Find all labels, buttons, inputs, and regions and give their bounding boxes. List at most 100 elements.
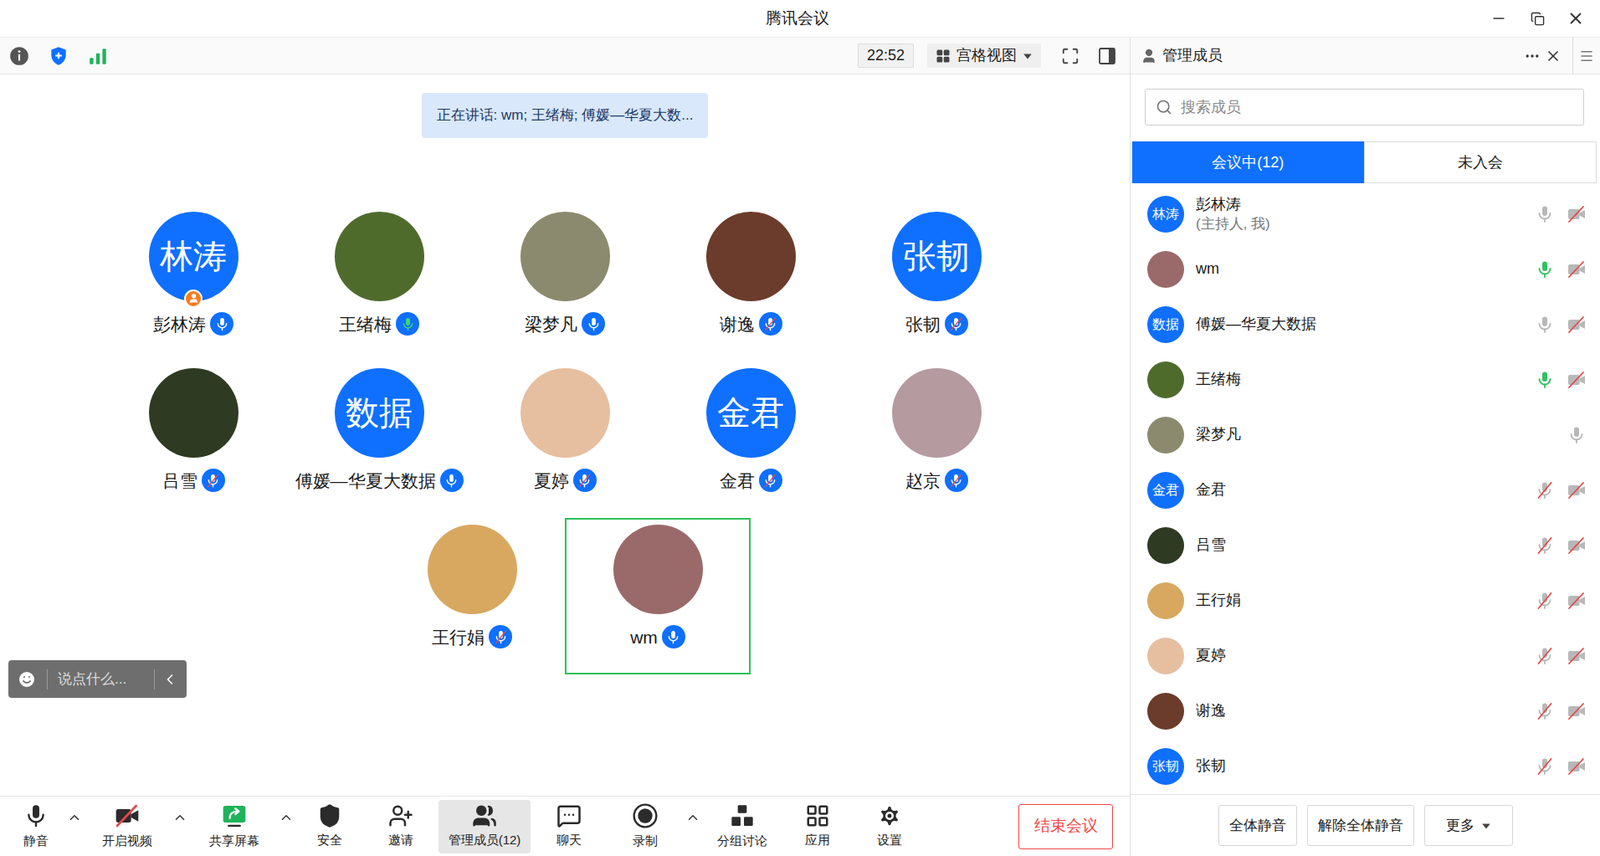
- participant-name: 金君: [719, 467, 755, 495]
- person-icon: [1140, 47, 1158, 65]
- footer-button[interactable]: 解除全体静音: [1307, 805, 1415, 847]
- avatar-text: 金君: [717, 387, 785, 438]
- member-row[interactable]: 张韧张韧: [1130, 738, 1600, 795]
- panel-menu-button[interactable]: [1573, 43, 1600, 69]
- search-input[interactable]: [1180, 96, 1574, 119]
- toolbar-button[interactable]: 共享屏幕: [192, 800, 277, 854]
- participant-tile[interactable]: 夏婷: [471, 361, 658, 518]
- sidebar-toggle-button[interactable]: [1094, 43, 1120, 69]
- member-row[interactable]: wm: [1130, 241, 1600, 298]
- participant-tile[interactable]: 数据傅媛—华夏大数据: [286, 361, 472, 518]
- top-toolbar: 22:52宫格视图: [0, 37, 1130, 75]
- participant-tile[interactable]: 谢逸: [657, 205, 844, 362]
- member-name: wm: [1195, 259, 1220, 279]
- signal-icon[interactable]: [87, 45, 109, 67]
- mic-badge: [581, 312, 606, 336]
- member-avatar: [1147, 527, 1185, 565]
- member-tab[interactable]: 会议中(12): [1132, 141, 1365, 184]
- member-list: 林涛彭林涛(主持人, 我) wm 数据傅媛—华夏大数据王绪梅梁梦凡金君金君吕雪王行娟…: [1130, 186, 1600, 795]
- participant-tile[interactable]: 吕雪: [100, 361, 287, 518]
- member-avatar: 林涛: [1147, 195, 1185, 233]
- participant-tile[interactable]: 赵京: [843, 361, 1030, 518]
- avatar-text: 林涛: [1152, 204, 1180, 225]
- mic-icon: [948, 316, 965, 333]
- avatar-text: 数据: [345, 387, 413, 438]
- participant-tile[interactable]: 王绪梅: [286, 205, 472, 362]
- ellipsis-icon: [1523, 47, 1541, 65]
- host-badge: [184, 289, 203, 308]
- participant-tile[interactable]: 林涛彭林涛: [100, 205, 287, 362]
- member-mic-icon: [1534, 701, 1555, 722]
- search-icon: [1155, 98, 1173, 116]
- member-name: 张韧: [1195, 756, 1226, 776]
- avatar-text: 金君: [1152, 480, 1180, 501]
- member-avatar: [1147, 416, 1185, 454]
- close-button[interactable]: [1556, 1, 1595, 36]
- breakout-icon: [728, 802, 756, 830]
- fullscreen-button[interactable]: [1057, 43, 1083, 69]
- participant-tile[interactable]: 张韧张韧: [843, 205, 1030, 362]
- sidebar-toggle-icon: [1097, 46, 1118, 67]
- panel-header: 管理成员: [1130, 37, 1600, 75]
- toolbar-label: 静音: [23, 831, 49, 852]
- chat-input-bubble[interactable]: 说点什么...: [8, 660, 187, 698]
- mic-icon: [576, 472, 593, 489]
- host-icon: [188, 292, 200, 304]
- toolbar-button[interactable]: 聊天: [530, 800, 608, 854]
- member-row[interactable]: 数据傅媛—华夏大数据: [1130, 297, 1600, 353]
- info-icon[interactable]: [8, 45, 31, 67]
- member-camera-icon: [1566, 646, 1587, 667]
- minimize-button[interactable]: [1479, 1, 1518, 36]
- mic-icon: [443, 472, 460, 489]
- member-row[interactable]: 林涛彭林涛(主持人, 我): [1130, 186, 1600, 242]
- toolbar-button[interactable]: 管理成员(12): [438, 800, 531, 854]
- end-meeting-button[interactable]: 结束会议: [1018, 804, 1113, 850]
- member-row[interactable]: 吕雪: [1130, 517, 1600, 574]
- member-row[interactable]: 金君金君: [1130, 462, 1600, 518]
- restore-button[interactable]: [1517, 1, 1557, 36]
- toolbar-menu-button[interactable]: [682, 810, 703, 844]
- toolbar-button[interactable]: 邀请: [363, 800, 439, 854]
- toolbar-button[interactable]: 分组讨论: [702, 800, 782, 854]
- avatar-text: 张韧: [1152, 756, 1180, 777]
- toolbar-menu-button[interactable]: [167, 810, 193, 844]
- member-mic-icon: [1534, 204, 1555, 225]
- member-row[interactable]: 梁梦凡: [1130, 407, 1600, 463]
- toolbar-menu-button[interactable]: [276, 810, 297, 844]
- member-row[interactable]: 王行娟: [1130, 573, 1600, 629]
- toolbar-button[interactable]: 设置: [853, 800, 926, 854]
- participant-tile[interactable]: wm: [564, 517, 751, 675]
- mic-icon: [214, 316, 231, 333]
- participant-tile[interactable]: 金君金君: [657, 361, 844, 518]
- close-panel-button[interactable]: [1542, 43, 1565, 69]
- speaking-banner: 正在讲话: wm; 王绪梅; 傅媛—华夏大数...: [421, 92, 709, 139]
- member-row[interactable]: 王绪梅: [1130, 352, 1600, 408]
- footer-button[interactable]: 全体静音: [1218, 805, 1298, 847]
- mic-badge: [488, 625, 513, 649]
- participant-tile[interactable]: 王行娟: [379, 517, 565, 675]
- toolbar-menu-button[interactable]: [61, 810, 88, 844]
- toolbar-label: 录制: [632, 831, 658, 852]
- toolbar-button[interactable]: 开启视频: [87, 800, 168, 854]
- toolbar-button[interactable]: 应用: [781, 800, 854, 854]
- view-dropdown[interactable]: 宫格视图: [927, 43, 1042, 68]
- member-row[interactable]: 夏婷: [1130, 628, 1600, 684]
- grid-view-icon: [935, 48, 951, 64]
- more-button[interactable]: 更多: [1424, 805, 1513, 847]
- toolbar-label: 聊天: [556, 830, 582, 851]
- toolbar-button[interactable]: 静音: [10, 800, 62, 854]
- more-options-button[interactable]: [1522, 43, 1543, 69]
- toolbar-button[interactable]: 录制: [607, 800, 683, 854]
- view-label: 宫格视图: [956, 44, 1017, 67]
- member-camera-icon: [1566, 369, 1587, 390]
- toolbar-button[interactable]: 安全: [296, 800, 364, 854]
- member-tab[interactable]: 未入会: [1364, 141, 1598, 184]
- participant-tile[interactable]: 梁梦凡: [471, 205, 658, 362]
- title-bar: 腾讯会议: [0, 0, 1600, 38]
- member-avatar: [1147, 361, 1185, 399]
- participant-avatar: 张韧: [892, 211, 982, 302]
- chevron-up-icon: [278, 810, 294, 826]
- member-row[interactable]: 谢逸: [1130, 683, 1600, 739]
- participant-name: 王行娟: [431, 624, 485, 652]
- security-shield-icon[interactable]: [47, 45, 70, 67]
